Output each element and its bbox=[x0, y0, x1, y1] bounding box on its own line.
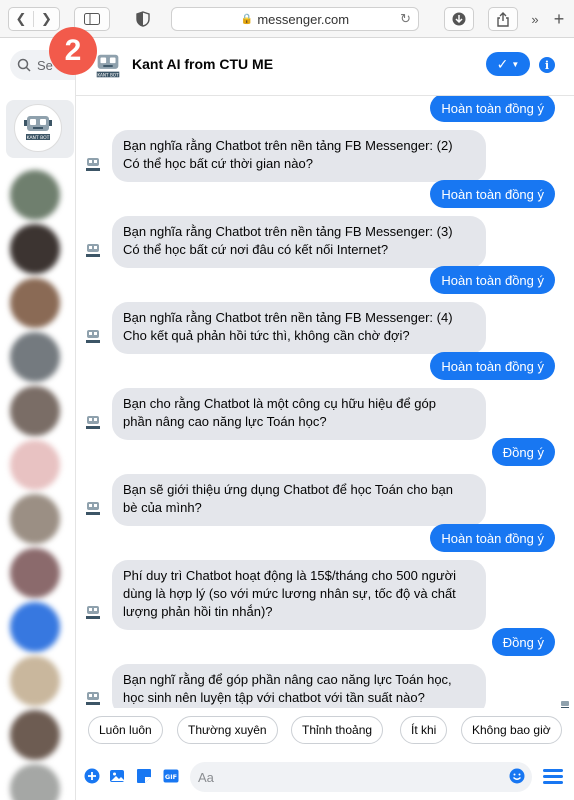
chat-header: KANT BOT Kant AI from CTU ME ✓ ▼ i bbox=[76, 38, 574, 96]
quick-replies: Luôn luôn Thường xuyên Thỉnh thoảng Ít k… bbox=[76, 714, 574, 748]
mark-done-button[interactable]: ✓ ▼ bbox=[486, 52, 530, 76]
quick-reply-luon-luon[interactable]: Luôn luôn bbox=[88, 716, 163, 744]
incoming-message: Bạn nghĩa rằng Chatbot trên nền tảng FB … bbox=[112, 302, 486, 354]
bot-avatar-icon bbox=[86, 502, 100, 515]
quick-reply-thinh-thoang[interactable]: Thỉnh thoảng bbox=[291, 716, 384, 744]
incoming-message: Bạn nghĩ rằng để góp phần nâng cao năng … bbox=[112, 664, 486, 708]
bot-avatar-icon bbox=[86, 158, 100, 171]
avatar[interactable] bbox=[10, 386, 60, 436]
back-forward-buttons[interactable]: ❮ ❯ bbox=[8, 7, 60, 31]
outgoing-message: Hoàn toàn đồng ý bbox=[430, 524, 555, 552]
plus-circle-icon[interactable] bbox=[84, 768, 100, 784]
outgoing-message: Hoàn toàn đồng ý bbox=[430, 96, 555, 122]
url-text: messenger.com bbox=[257, 11, 350, 27]
quick-reply-khong-bao-gio[interactable]: Không bao giờ bbox=[461, 716, 562, 744]
outgoing-message: Hoàn toàn đồng ý bbox=[430, 266, 555, 294]
download-icon bbox=[452, 12, 466, 26]
robot-logo-icon: KANT BOT bbox=[24, 116, 52, 141]
privacy-button[interactable] bbox=[128, 7, 158, 31]
message-composer: GIF Aa bbox=[76, 752, 574, 800]
avatar[interactable] bbox=[10, 494, 60, 544]
checkmark-icon: ✓ bbox=[496, 55, 509, 72]
more-tabs-button[interactable]: » bbox=[526, 7, 544, 31]
new-tab-button[interactable]: + bbox=[548, 7, 570, 31]
logo-text: KANT BOT bbox=[97, 72, 119, 77]
avatar[interactable] bbox=[10, 170, 60, 220]
search-icon bbox=[17, 58, 31, 72]
conversation-sidebar: Se KANT BOT bbox=[0, 38, 76, 800]
incoming-message: Bạn sẽ giới thiệu ứng dụng Chatbot để họ… bbox=[112, 474, 486, 526]
step-number-badge: 2 bbox=[49, 27, 97, 75]
bot-avatar-icon bbox=[86, 416, 100, 429]
robot-logo-icon: KANT BOT bbox=[96, 54, 120, 77]
bot-avatar-icon bbox=[86, 606, 100, 619]
avatar[interactable] bbox=[10, 332, 60, 382]
conversation-title[interactable]: Kant AI from CTU ME bbox=[132, 56, 273, 72]
reload-icon[interactable]: ↻ bbox=[400, 11, 411, 27]
avatar[interactable]: KANT BOT bbox=[92, 50, 124, 82]
plus-icon: + bbox=[553, 8, 565, 29]
incoming-message: Bạn nghĩa rằng Chatbot trên nền tảng FB … bbox=[112, 130, 486, 182]
sidebar-icon bbox=[84, 13, 100, 25]
outgoing-message: Hoàn toàn đồng ý bbox=[430, 180, 555, 208]
emoji-icon[interactable] bbox=[509, 768, 525, 784]
address-bar[interactable]: 🔒 messenger.com ↻ bbox=[171, 7, 419, 31]
share-button[interactable] bbox=[488, 7, 518, 31]
forward-icon[interactable]: ❯ bbox=[34, 11, 59, 27]
avatar[interactable] bbox=[10, 656, 60, 706]
gif-icon[interactable]: GIF bbox=[163, 768, 179, 784]
share-icon bbox=[497, 11, 509, 27]
message-list: Hoàn toàn đồng ý Bạn nghĩa rằng Chatbot … bbox=[76, 96, 574, 708]
message-placeholder: Aa bbox=[198, 769, 214, 785]
downloads-button[interactable] bbox=[444, 7, 474, 31]
outgoing-message: Đồng ý bbox=[491, 438, 555, 466]
avatar[interactable] bbox=[10, 440, 60, 490]
svg-text:GIF: GIF bbox=[165, 773, 177, 781]
chevron-down-icon: ▼ bbox=[511, 59, 520, 69]
incoming-message: Bạn cho rằng Chatbot là một công cụ hữu … bbox=[112, 388, 486, 440]
bot-avatar-icon bbox=[86, 330, 100, 343]
incoming-message: Bạn nghĩa rằng Chatbot trên nền tảng FB … bbox=[112, 216, 486, 268]
avatar[interactable] bbox=[10, 278, 60, 328]
seen-avatar-icon bbox=[561, 701, 569, 708]
bot-avatar-icon bbox=[86, 692, 100, 705]
image-icon[interactable] bbox=[109, 768, 125, 784]
avatar: KANT BOT bbox=[14, 104, 62, 152]
chevron-double-right-icon: » bbox=[531, 11, 539, 27]
lock-icon: 🔒 bbox=[240, 13, 254, 25]
bot-avatar-icon bbox=[86, 244, 100, 257]
conversation-item-kant-ai[interactable]: KANT BOT bbox=[6, 100, 74, 158]
avatar[interactable] bbox=[10, 764, 60, 800]
info-icon[interactable]: i bbox=[539, 57, 555, 73]
menu-icon[interactable] bbox=[543, 769, 563, 784]
avatar[interactable] bbox=[10, 224, 60, 274]
quick-reply-it-khi[interactable]: Ít khi bbox=[400, 716, 448, 744]
message-input[interactable]: Aa bbox=[190, 762, 532, 792]
avatar[interactable] bbox=[10, 548, 60, 598]
sticker-icon[interactable] bbox=[136, 768, 152, 784]
back-icon[interactable]: ❮ bbox=[9, 11, 35, 27]
logo-text: KANT BOT bbox=[27, 135, 50, 141]
incoming-message: Phí duy trì Chatbot hoạt động là 15$/thá… bbox=[112, 560, 486, 630]
avatar[interactable] bbox=[10, 602, 60, 652]
outgoing-message: Đồng ý bbox=[491, 628, 555, 656]
shield-icon bbox=[136, 11, 150, 27]
quick-reply-thuong-xuyen[interactable]: Thường xuyên bbox=[177, 716, 278, 744]
outgoing-message: Hoàn toàn đồng ý bbox=[430, 352, 555, 380]
avatar[interactable] bbox=[10, 710, 60, 760]
